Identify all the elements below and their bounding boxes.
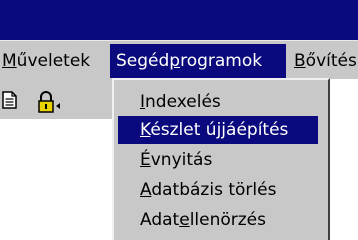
menu-item-adatbazis-torles[interactable]: Adatbázis törlés bbox=[118, 176, 318, 204]
menu-segedprogramok-pre: Segéd bbox=[116, 51, 170, 71]
menu-segedprogramok-rest: rogramok bbox=[180, 51, 263, 71]
menu-segedprogramok[interactable]: Segédprogramok bbox=[110, 44, 286, 78]
lock-icon[interactable] bbox=[38, 91, 62, 113]
menu-bar: Műveletek Segédprogramok Bővítés bbox=[0, 40, 358, 79]
menu-bovites-mnemonic: B bbox=[294, 51, 306, 71]
title-bar bbox=[0, 0, 358, 40]
adatbazis-mnemonic: A bbox=[140, 180, 152, 200]
adatellenorzes-rest: llenörzés bbox=[189, 210, 266, 230]
segedprogramok-dropdown: Indexelés Készlet újjáépítés Évnyitás Ad… bbox=[112, 78, 330, 240]
menu-bovites-rest: ővítés bbox=[305, 51, 357, 71]
menu-segedprogramok-mnemonic: p bbox=[169, 51, 181, 71]
adatellenorzes-mnemonic: e bbox=[179, 210, 190, 230]
background-area bbox=[330, 80, 358, 240]
keszlet-mnemonic: K bbox=[140, 120, 151, 140]
adatbazis-rest: datbázis törlés bbox=[151, 180, 277, 200]
evnyitas-rest: vnyitás bbox=[150, 150, 213, 170]
menu-item-keszlet-ujjaepites[interactable]: Készlet újjáépítés bbox=[118, 116, 318, 144]
menu-muveletek[interactable]: Műveletek bbox=[2, 46, 90, 76]
adatellenorzes-pre: Adat bbox=[140, 210, 180, 230]
keszlet-rest: észlet újjáépítés bbox=[150, 120, 289, 140]
document-icon[interactable] bbox=[2, 91, 18, 109]
menu-item-indexeles[interactable]: Indexelés bbox=[118, 88, 318, 116]
menu-item-evnyitas[interactable]: Évnyitás bbox=[118, 146, 318, 174]
menu-bovites[interactable]: Bővítés bbox=[294, 46, 357, 76]
menu-muveletek-rest: űveletek bbox=[16, 51, 91, 71]
indexeles-rest: ndexelés bbox=[145, 92, 221, 112]
toolbar bbox=[0, 79, 115, 119]
menu-item-adatellenorzes[interactable]: Adatellenörzés bbox=[118, 206, 318, 234]
menu-muveletek-mnemonic: M bbox=[2, 51, 17, 71]
content-area bbox=[0, 119, 115, 240]
evnyitas-mnemonic: É bbox=[140, 150, 151, 170]
